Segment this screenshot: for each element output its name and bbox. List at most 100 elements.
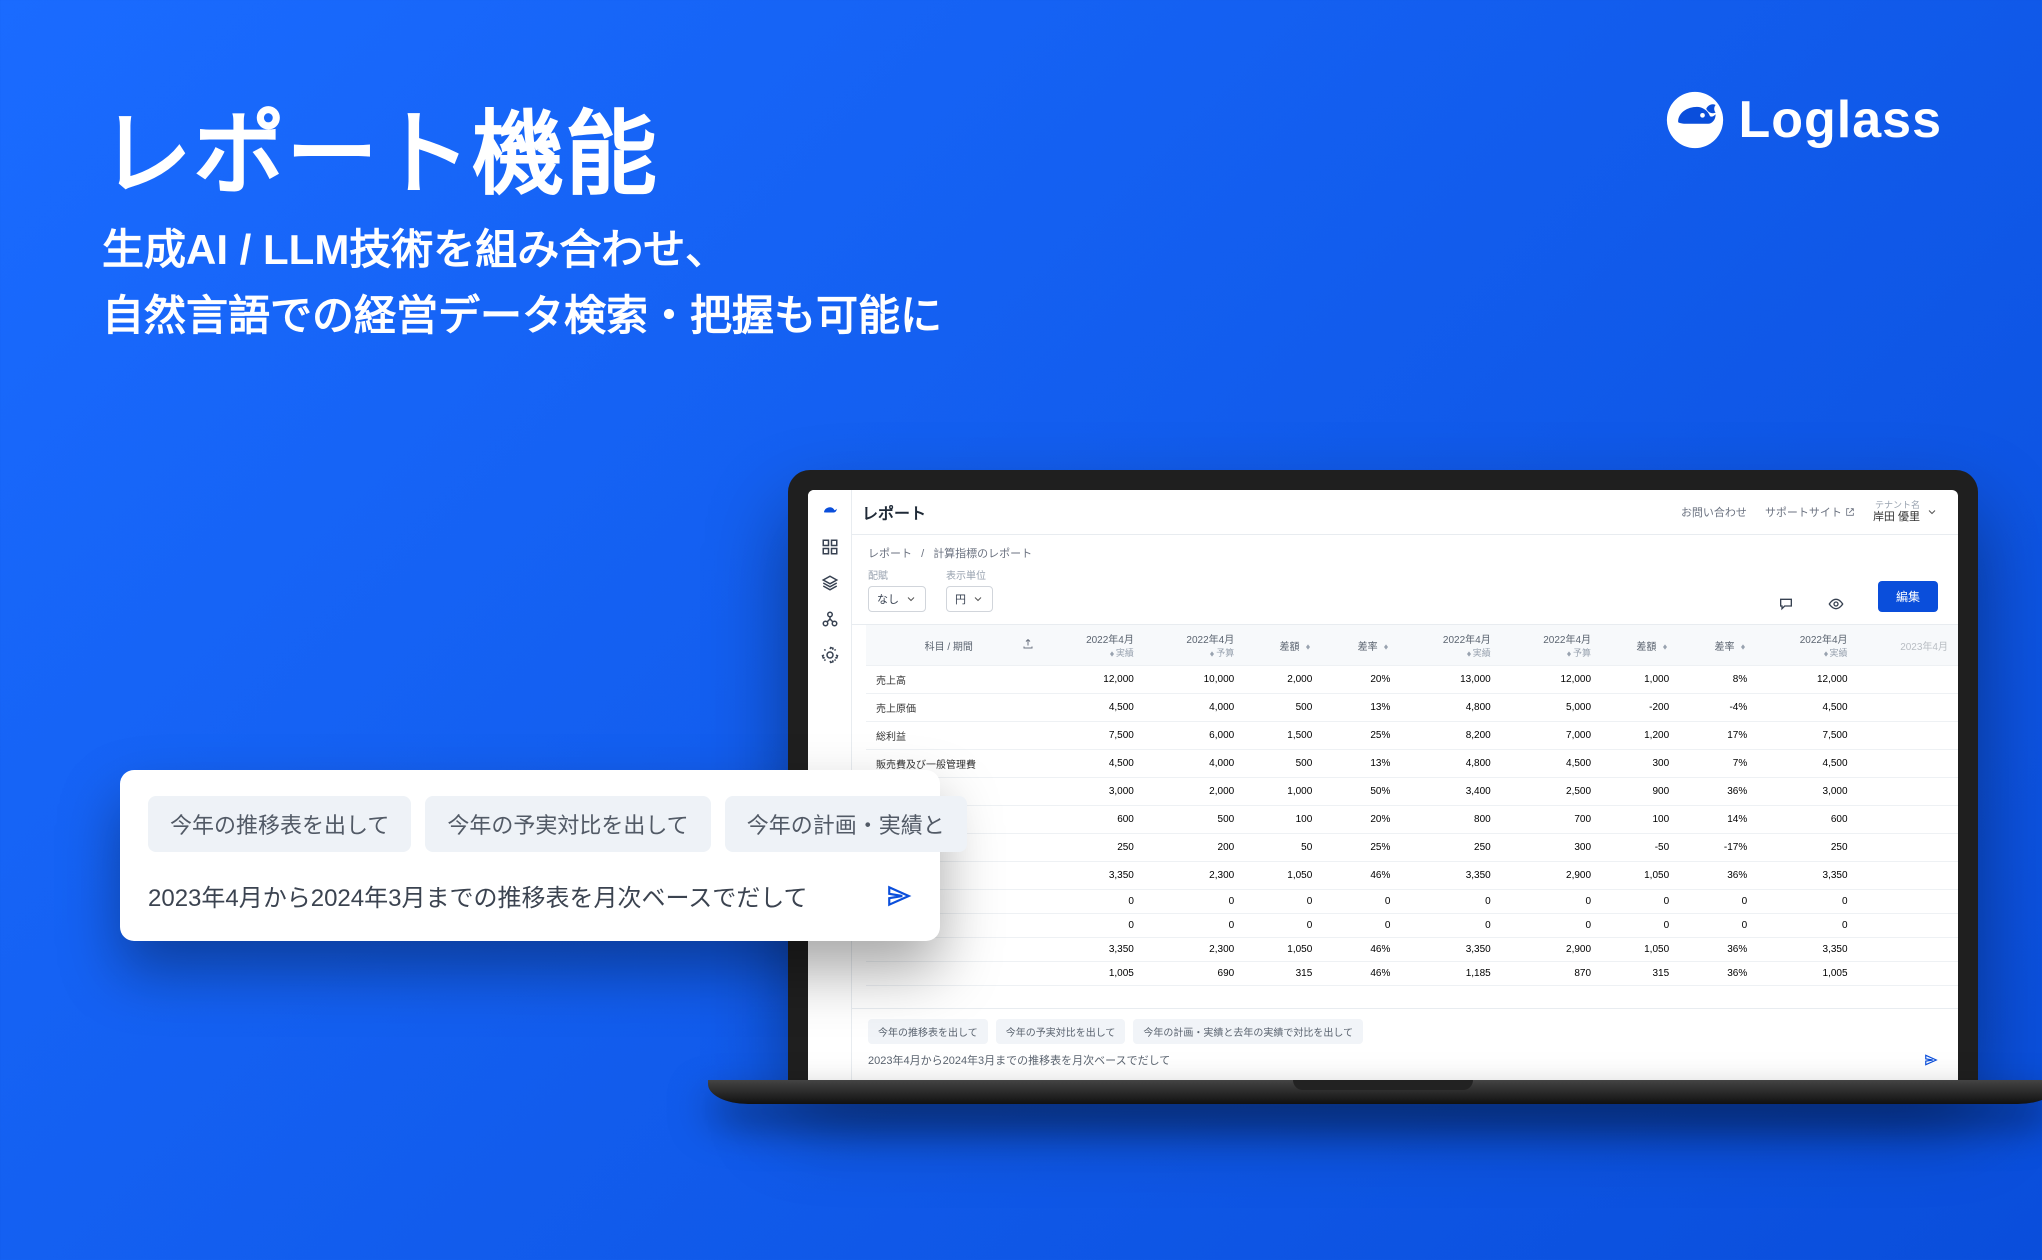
app-chat-input[interactable]: 2023年4月から2024年3月までの推移表を月次ベースでだして bbox=[868, 1052, 1938, 1068]
chat-card: 今年の推移表を出して 今年の予実対比を出して 今年の計画・実績と 2023年4月… bbox=[120, 770, 940, 941]
support-link[interactable]: サポートサイト bbox=[1765, 504, 1855, 520]
report-table[interactable]: 科目 / 期間 2022年4月実績 2022年4月予算 差額 差率 2022年4… bbox=[808, 625, 1958, 1008]
suggestion-chip[interactable]: 今年の推移表を出して bbox=[868, 1019, 988, 1044]
breadcrumb-1[interactable]: レポート bbox=[868, 548, 912, 560]
suggestion-chip[interactable]: 今年の予実対比を出して bbox=[425, 796, 710, 852]
chevron-down-icon[interactable] bbox=[1926, 506, 1938, 518]
cell: 0 bbox=[1757, 914, 1857, 938]
cell: 13,000 bbox=[1400, 666, 1500, 694]
col-budget-2[interactable]: 2022年4月予算 bbox=[1501, 625, 1601, 666]
cell: 100 bbox=[1244, 806, 1322, 834]
table-row[interactable]: 1,00569031546%1,18587031536%1,005 bbox=[866, 962, 1958, 986]
unit-select[interactable]: 円 bbox=[946, 586, 993, 612]
table-row[interactable]: その他費用2502005025%250300-50-17%250 bbox=[866, 834, 1958, 862]
col-rate-1[interactable]: 差率 bbox=[1322, 625, 1400, 666]
comment-icon[interactable] bbox=[1778, 596, 1794, 612]
cell: 0 bbox=[1679, 890, 1757, 914]
col-diff-2[interactable]: 差額 bbox=[1601, 625, 1679, 666]
cell: 2,000 bbox=[1144, 778, 1244, 806]
row-name: 総利益 bbox=[866, 722, 1044, 750]
cell: 12,000 bbox=[1501, 666, 1601, 694]
contact-link[interactable]: お問い合わせ bbox=[1681, 504, 1747, 520]
cell: 800 bbox=[1400, 806, 1500, 834]
cell: 0 bbox=[1501, 890, 1601, 914]
org-icon[interactable] bbox=[821, 610, 839, 628]
cell: 4,500 bbox=[1044, 750, 1144, 778]
table-row[interactable]: 000000000 bbox=[866, 890, 1958, 914]
table-row[interactable]: 販売費及び一般管理費4,5004,00050013%4,8004,5003007… bbox=[866, 750, 1958, 778]
cell: 1,000 bbox=[1244, 778, 1322, 806]
eye-icon[interactable] bbox=[1828, 596, 1844, 612]
cell bbox=[1858, 694, 1958, 722]
table-row[interactable]: 売上原価4,5004,00050013%4,8005,000-200-4%4,5… bbox=[866, 694, 1958, 722]
edit-button[interactable]: 編集 bbox=[1878, 581, 1938, 612]
cell: -200 bbox=[1601, 694, 1679, 722]
cell: 36% bbox=[1679, 962, 1757, 986]
cell bbox=[1858, 778, 1958, 806]
col-actual-3[interactable]: 2022年4月実績 bbox=[1757, 625, 1857, 666]
cell: 250 bbox=[1400, 834, 1500, 862]
cell: 3,350 bbox=[1400, 938, 1500, 962]
tenant-menu[interactable]: テナント名 岸田 優里 bbox=[1873, 500, 1920, 524]
cell: 0 bbox=[1044, 890, 1144, 914]
cell: 0 bbox=[1144, 890, 1244, 914]
cell: 17% bbox=[1679, 722, 1757, 750]
send-icon[interactable] bbox=[1924, 1053, 1938, 1067]
suggestion-chip[interactable]: 今年の計画・実績と去年の実績で対比を出して bbox=[1133, 1019, 1363, 1044]
suggestion-chip[interactable]: 今年の計画・実績と bbox=[725, 796, 967, 852]
controls-row: 配賦 なし 表示単位 円 編集 bbox=[808, 567, 1958, 625]
cell: 13% bbox=[1322, 694, 1400, 722]
cell: 690 bbox=[1144, 962, 1244, 986]
cell: 1,050 bbox=[1244, 862, 1322, 890]
col-diff-1[interactable]: 差額 bbox=[1244, 625, 1322, 666]
suggestion-chip[interactable]: 今年の推移表を出して bbox=[148, 796, 411, 852]
hero-subtitle-2: 自然言語での経営データ検索・把握も可能に bbox=[102, 282, 942, 343]
cell: 3,350 bbox=[1757, 862, 1857, 890]
cell: 12,000 bbox=[1044, 666, 1144, 694]
cell: 2,900 bbox=[1501, 862, 1601, 890]
alloc-label: 配賦 bbox=[868, 567, 926, 582]
grid-icon[interactable] bbox=[821, 538, 839, 556]
cell: 7% bbox=[1679, 750, 1757, 778]
cell: -17% bbox=[1679, 834, 1757, 862]
col-budget-1[interactable]: 2022年4月予算 bbox=[1144, 625, 1244, 666]
chat-input-row[interactable]: 2023年4月から2024年3月までの推移表を月次ベースでだして bbox=[148, 878, 912, 913]
cell: 7,500 bbox=[1757, 722, 1857, 750]
sort-icon bbox=[1108, 650, 1116, 658]
tenant-label: テナント名 bbox=[1873, 500, 1920, 511]
cell: 6,000 bbox=[1144, 722, 1244, 750]
layers-icon[interactable] bbox=[821, 574, 839, 592]
cell bbox=[1858, 890, 1958, 914]
table-row[interactable]: …純利益3,3502,3001,05046%3,3502,9001,05036%… bbox=[866, 862, 1958, 890]
cell: -50 bbox=[1601, 834, 1679, 862]
cell: 20% bbox=[1322, 806, 1400, 834]
col-actual-1[interactable]: 2022年4月実績 bbox=[1044, 625, 1144, 666]
chevron-down-icon bbox=[905, 593, 917, 605]
suggestion-chip[interactable]: 今年の予実対比を出して bbox=[996, 1019, 1126, 1044]
cell: 0 bbox=[1400, 914, 1500, 938]
col-next: 2023年4月 bbox=[1858, 625, 1958, 666]
cell: 900 bbox=[1601, 778, 1679, 806]
col-rate-2[interactable]: 差率 bbox=[1679, 625, 1757, 666]
col-actual-2[interactable]: 2022年4月実績 bbox=[1400, 625, 1500, 666]
table-row[interactable]: 売上高12,00010,0002,00020%13,00012,0001,000… bbox=[866, 666, 1958, 694]
alloc-select[interactable]: なし bbox=[868, 586, 926, 612]
cell: 36% bbox=[1679, 778, 1757, 806]
table-row[interactable]: 総利益7,5006,0001,50025%8,2007,0001,20017%7… bbox=[866, 722, 1958, 750]
sort-icon bbox=[1465, 650, 1473, 658]
cell: 500 bbox=[1144, 806, 1244, 834]
table-row[interactable]: その他収益60050010020%80070010014%600 bbox=[866, 806, 1958, 834]
cell: 0 bbox=[1244, 914, 1322, 938]
cell: 0 bbox=[1144, 914, 1244, 938]
cell: 0 bbox=[1322, 890, 1400, 914]
send-icon[interactable] bbox=[886, 883, 912, 909]
gear-icon[interactable] bbox=[821, 646, 839, 664]
whale-icon[interactable] bbox=[821, 502, 839, 520]
support-link-label: サポートサイト bbox=[1765, 504, 1842, 520]
export-icon[interactable] bbox=[1022, 638, 1034, 650]
cell: 1,000 bbox=[1601, 666, 1679, 694]
table-row[interactable]: 000000000 bbox=[866, 914, 1958, 938]
table-row[interactable]: 3,3502,3001,05046%3,3502,9001,05036%3,35… bbox=[866, 938, 1958, 962]
cell: 250 bbox=[1044, 834, 1144, 862]
table-row[interactable]: 営業利益3,0002,0001,00050%3,4002,50090036%3,… bbox=[866, 778, 1958, 806]
